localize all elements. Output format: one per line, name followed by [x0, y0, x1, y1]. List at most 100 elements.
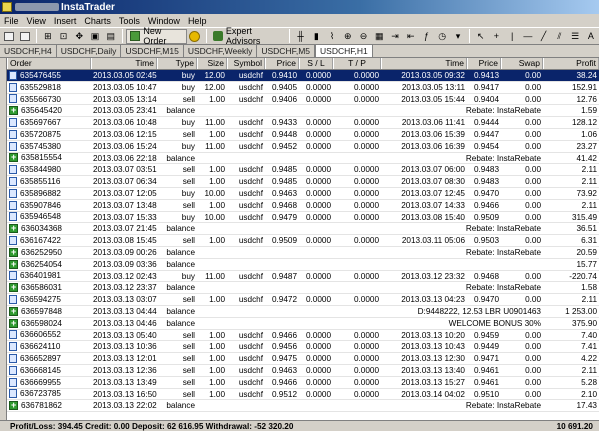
table-row[interactable]: 636606552 2013.03.13 05:40 sell 1.00 usdchf 0…: [7, 330, 599, 342]
terminal-icon[interactable]: ▣: [88, 29, 103, 43]
zoom-in-icon[interactable]: ⊕: [340, 29, 355, 43]
equidistant-channel-icon[interactable]: ⫽: [552, 29, 567, 43]
table-row[interactable]: 636401981 2013.03.12 02:43 buy 11.00 usdchf 0…: [7, 271, 599, 283]
tab-usdchf-weekly[interactable]: USDCHF,Weekly: [184, 45, 258, 57]
table-row[interactable]: 636624110 2013.03.13 10:36 sell 1.00 usdchf 0…: [7, 341, 599, 354]
table-row[interactable]: 636034368 2013.03.07 21:45 balance Rebate: …: [7, 223, 599, 236]
col-profit[interactable]: Profit: [543, 58, 599, 69]
table-row[interactable]: 636586031 2013.03.12 23:37 balance Rebate: …: [7, 282, 599, 295]
table-row[interactable]: 635720875 2013.03.06 12:15 sell 1.00 usdchf 0…: [7, 129, 599, 141]
tab-usdchf-h1[interactable]: USDCHF,H1: [315, 44, 373, 57]
profiles-icon[interactable]: [18, 29, 33, 43]
table-row[interactable]: 635946548 2013.03.07 15:33 buy 10.00 usdchf 0…: [7, 212, 599, 224]
col-size[interactable]: Size: [197, 58, 227, 69]
open-time: 2013.03.06 22:18: [93, 153, 157, 163]
table-row[interactable]: 636723785 2013.03.13 16:50 sell 1.00 usdchf 0…: [7, 389, 599, 401]
table-row[interactable]: 635645420 2013.03.05 23:41 balance Rebate: …: [7, 105, 599, 118]
tab-usdchf-m15[interactable]: USDCHF,M15: [121, 45, 184, 57]
navigator-icon[interactable]: ✥: [72, 29, 87, 43]
profit: 152.91: [571, 82, 597, 92]
tab-usdchf-h4[interactable]: USDCHF,H4: [0, 45, 57, 57]
table-row[interactable]: 635476455 2013.03.05 02:45 buy 12.00 usdchf 0…: [7, 70, 599, 82]
table-row[interactable]: 636598024 2013.03.13 04:46 balance WELCOME …: [7, 318, 599, 330]
order-number: 636669955: [20, 377, 61, 387]
open-time: 2013.03.13 04:44: [93, 306, 157, 316]
bar-chart-icon[interactable]: ╫: [293, 29, 308, 43]
metaeditor-icon[interactable]: [187, 29, 202, 43]
col-open-price[interactable]: Price: [265, 58, 299, 69]
menu-insert[interactable]: Insert: [50, 16, 81, 26]
col-close-time[interactable]: Time: [381, 58, 467, 69]
col-swap[interactable]: Swap: [501, 58, 543, 69]
table-row[interactable]: 635745380 2013.03.06 15:24 buy 11.00 usdchf 0…: [7, 141, 599, 153]
take-profit: 0.0000: [353, 200, 379, 210]
fibonacci-icon[interactable]: ☰: [568, 29, 583, 43]
col-order[interactable]: Order: [7, 58, 91, 69]
table-row[interactable]: 635907846 2013.03.07 13:48 sell 1.00 usdchf 0…: [7, 200, 599, 212]
open-time: 2013.03.13 12:36: [93, 365, 157, 375]
table-row[interactable]: 636594275 2013.03.13 03:07 sell 1.00 usdchf 0…: [7, 294, 599, 306]
table-row[interactable]: 635815554 2013.03.06 22:18 balance Rebate: …: [7, 153, 599, 165]
close-price: 0.9483: [473, 177, 499, 187]
comment: Rebate: InstaRebate: [465, 106, 541, 116]
table-row[interactable]: 635844980 2013.03.07 03:51 sell 1.00 usdchf 0…: [7, 164, 599, 177]
table-row[interactable]: 636668145 2013.03.13 12:36 sell 1.00 usdchf 0…: [7, 365, 599, 377]
tab-usdchf-daily[interactable]: USDCHF,Daily: [57, 45, 122, 57]
table-row[interactable]: 635697667 2013.03.06 10:48 buy 11.00 usdchf 0…: [7, 117, 599, 129]
menu-view[interactable]: View: [23, 16, 50, 26]
expert-advisors-button[interactable]: Expert Advisors: [210, 26, 286, 46]
order-number: 636401981: [20, 271, 61, 281]
market-watch-icon[interactable]: ⊞: [40, 29, 55, 43]
menu-tools[interactable]: Tools: [115, 16, 144, 26]
vertical-line-icon[interactable]: |: [505, 29, 520, 43]
order-icon: [9, 70, 17, 80]
menu-window[interactable]: Window: [144, 16, 184, 26]
new-order-button[interactable]: New Order: [126, 26, 188, 46]
strategy-tester-icon[interactable]: ▤: [103, 29, 118, 43]
autoscroll-icon[interactable]: ⇥: [388, 29, 403, 43]
table-row[interactable]: 635566730 2013.03.05 13:14 sell 1.00 usdchf 0…: [7, 94, 599, 106]
text-icon[interactable]: A: [583, 29, 598, 43]
table-row[interactable]: 636652897 2013.03.13 12:01 sell 1.00 usdchf 0…: [7, 353, 599, 365]
col-symbol[interactable]: Symbol: [227, 58, 265, 69]
table-header: Order Time Type Size Symbol Price S / L …: [7, 58, 599, 70]
col-close-price[interactable]: Price: [467, 58, 501, 69]
periods-icon[interactable]: ◷: [435, 29, 450, 43]
table-row[interactable]: 636252950 2013.03.09 00:26 balance Rebate: …: [7, 247, 599, 259]
order-cell: 635946548: [7, 212, 91, 223]
crosshair-icon[interactable]: +: [489, 29, 504, 43]
chart-shift-icon[interactable]: ⇤: [403, 29, 418, 43]
open-time: 2013.03.07 06:34: [93, 177, 157, 187]
table-row[interactable]: 635855116 2013.03.07 06:34 sell 1.00 usdchf 0…: [7, 176, 599, 188]
templates-icon[interactable]: ▾: [451, 29, 466, 43]
order-cell: 635720875: [7, 129, 91, 140]
cursor-icon[interactable]: ↖: [473, 29, 488, 43]
open-time: 2013.03.07 03:51: [93, 165, 157, 175]
line-chart-icon[interactable]: ⌇: [325, 29, 340, 43]
horizontal-line-icon[interactable]: —: [521, 29, 536, 43]
order-cell: 635896882: [7, 188, 91, 199]
table-row[interactable]: 636254054 2013.03.09 03:36 balance 15.77: [7, 259, 599, 271]
table-row[interactable]: 636669955 2013.03.13 13:49 sell 1.00 usdchf 0…: [7, 377, 599, 389]
candlestick-icon[interactable]: ▮: [309, 29, 324, 43]
table-row[interactable]: 635529818 2013.03.05 10:47 buy 12.00 usdchf 0…: [7, 82, 599, 94]
tile-windows-icon[interactable]: ▦: [372, 29, 387, 43]
indicators-icon[interactable]: ƒ: [419, 29, 434, 43]
table-row[interactable]: 636167422 2013.03.08 15:45 sell 1.00 usdchf 0…: [7, 235, 599, 247]
col-type[interactable]: Type: [157, 58, 197, 69]
tab-usdchf-m5[interactable]: USDCHF,M5: [257, 45, 316, 57]
zoom-out-icon[interactable]: ⊖: [356, 29, 371, 43]
menu-charts[interactable]: Charts: [80, 16, 115, 26]
menu-help[interactable]: Help: [184, 16, 211, 26]
table-row[interactable]: 636597848 2013.03.13 04:44 balance D:944822…: [7, 306, 599, 318]
lot-size: 1.00: [209, 389, 225, 399]
table-row[interactable]: 636781862 2013.03.13 22:02 balance Rebate: …: [7, 400, 599, 413]
col-tp[interactable]: T / P: [333, 58, 381, 69]
table-row[interactable]: 635896882 2013.03.07 12:05 buy 10.00 usdchf 0…: [7, 188, 599, 200]
trendline-icon[interactable]: ╱: [536, 29, 551, 43]
new-chart-icon[interactable]: [2, 29, 17, 43]
data-window-icon[interactable]: ⊡: [56, 29, 71, 43]
col-sl[interactable]: S / L: [299, 58, 333, 69]
menu-file[interactable]: File: [0, 16, 23, 26]
col-open-time[interactable]: Time: [91, 58, 157, 69]
